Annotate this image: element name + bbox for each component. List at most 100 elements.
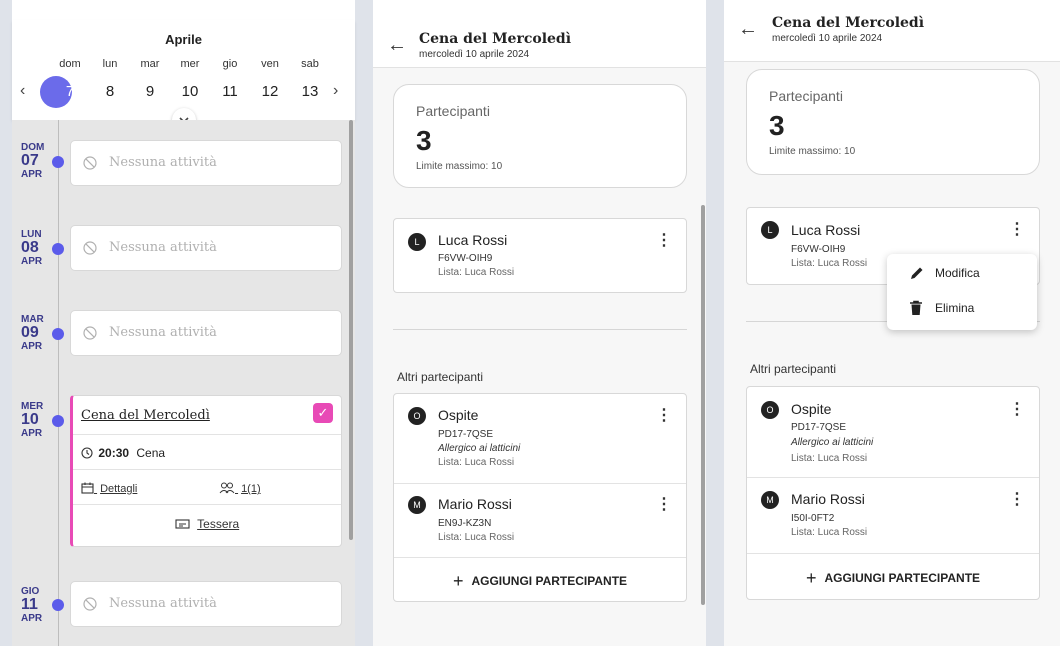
divider (394, 483, 686, 484)
weekday-name: mer (180, 58, 200, 70)
day-button[interactable]: 12 (250, 78, 290, 106)
participant-list: Lista: Luca Rossi (438, 457, 515, 468)
date-number: 11 (21, 596, 38, 613)
participant-code: EN9J-KZ3N (438, 518, 492, 529)
ban-icon (83, 597, 97, 611)
more-vert-icon[interactable]: ⋮ (1009, 492, 1025, 508)
day-button[interactable]: 10 (170, 78, 210, 106)
weekday-name: gio (222, 58, 238, 70)
participant-list: Lista: Luca Rossi (791, 453, 868, 464)
chevron-right-icon[interactable]: › (333, 82, 338, 100)
participant-code: I50I-0FT2 (791, 513, 835, 524)
event-type: Cena (136, 446, 166, 460)
check-icon[interactable]: ✓ (313, 403, 333, 423)
page-title: Cena del Mercoledì (772, 15, 925, 31)
divider (747, 477, 1039, 478)
date-month: APR (21, 256, 43, 267)
week-header: Aprile dom lun mar mer gio ven sab 7 8 9… (12, 20, 355, 132)
participant-list: Lista: Luca Rossi (791, 527, 868, 538)
more-vert-icon[interactable]: ⋮ (656, 497, 672, 513)
weekday-name: dom (59, 58, 81, 70)
panel-edge (0, 0, 12, 646)
page-subtitle: mercoledì 10 aprile 2024 (419, 49, 530, 60)
day-button[interactable]: 9 (130, 78, 170, 106)
back-arrow-icon[interactable]: ← (387, 34, 407, 57)
details-link[interactable]: Dettagli (81, 482, 137, 495)
timeline-dot (52, 328, 64, 340)
context-menu: Modifica Elimina (887, 254, 1037, 330)
more-vert-icon[interactable]: ⋮ (1009, 222, 1025, 238)
panel-edge (362, 0, 373, 646)
participant-code: PD17-7QSE (438, 429, 494, 440)
calendar-panel: Aprile dom lun mar mer gio ven sab 7 8 9… (0, 0, 362, 646)
avatar: O (408, 407, 426, 425)
avatar: M (408, 496, 426, 514)
date-number: 07 (21, 152, 39, 169)
event-card[interactable]: Cena del Mercoledì ✓ 20:30 Cena Dettagli… (70, 395, 342, 547)
scrollbar[interactable] (349, 120, 353, 540)
empty-day-card: Nessuna attività (70, 225, 342, 271)
divider (394, 557, 686, 558)
divider (747, 553, 1039, 554)
menu-item-edit[interactable]: Modifica (887, 256, 1037, 290)
more-vert-icon[interactable]: ⋮ (656, 233, 672, 249)
event-detail-panel: ← Cena del Mercoledì mercoledì 10 aprile… (373, 0, 706, 646)
agenda-list[interactable]: DOM 07 APR Nessuna attività LUN 08 APR N… (12, 120, 355, 646)
chevron-left-icon[interactable]: ‹ (20, 82, 25, 100)
avatar: M (761, 491, 779, 509)
section-title: Altri partecipanti (397, 370, 484, 384)
main-participant-card[interactable]: L Luca Rossi F6VW-OIH9 Lista: Luca Rossi… (393, 218, 687, 293)
ban-icon (83, 326, 97, 340)
event-time: 20:30 (98, 446, 130, 460)
add-participant-button[interactable]: + AGGIUNGI PARTECIPANTE (394, 571, 686, 592)
back-arrow-icon[interactable]: ← (738, 18, 758, 41)
participant-code: F6VW-OIH9 (791, 244, 846, 255)
day-button[interactable]: 13 (290, 78, 330, 106)
avatar: O (761, 401, 779, 419)
clock-icon (81, 447, 93, 459)
timeline-line (58, 120, 59, 646)
menu-item-label: Modifica (935, 266, 980, 280)
add-participant-button[interactable]: + AGGIUNGI PARTECIPANTE (747, 568, 1039, 589)
pencil-icon (911, 267, 923, 279)
weekday-name: ven (261, 58, 279, 70)
date-month: APR (21, 169, 43, 180)
date-label: DOM 07 APR (21, 142, 55, 180)
page-title: Cena del Mercoledì (419, 31, 572, 47)
day-button-selected[interactable]: 7 (50, 78, 90, 106)
details-label: Dettagli (100, 483, 138, 495)
participant-code: F6VW-OIH9 (438, 253, 493, 264)
participant-name: Ospite (791, 401, 832, 417)
top-bar: ← Cena del Mercoledì mercoledì 10 aprile… (373, 0, 706, 68)
participants-link[interactable]: 1(1) (219, 482, 261, 495)
more-vert-icon[interactable]: ⋮ (656, 408, 672, 424)
divider (73, 469, 341, 470)
participant-list: Lista: Luca Rossi (791, 258, 868, 269)
ban-icon (83, 241, 97, 255)
day-button[interactable]: 8 (90, 78, 130, 106)
weekday-name: lun (102, 58, 118, 70)
card-link[interactable]: Tessera (73, 517, 341, 531)
participant-code: PD17-7QSE (791, 422, 847, 433)
plus-icon: + (805, 568, 817, 588)
more-vert-icon[interactable]: ⋮ (1009, 402, 1025, 418)
timeline-dot (52, 243, 64, 255)
date-label: MAR 09 APR (21, 314, 55, 352)
date-label: MER 10 APR (21, 401, 55, 439)
empty-day-text: Nessuna attività (109, 596, 217, 611)
event-title[interactable]: Cena del Mercoledì (81, 408, 210, 423)
empty-day-card: Nessuna attività (70, 310, 342, 356)
day-button[interactable]: 11 (210, 78, 250, 106)
empty-day-text: Nessuna attività (109, 155, 217, 170)
date-label: GIO 11 APR (21, 586, 55, 624)
empty-day-card: Nessuna attività (70, 140, 342, 186)
empty-day-text: Nessuna attività (109, 325, 217, 340)
panel-edge (706, 0, 724, 646)
panel-edge (355, 0, 362, 646)
scrollbar[interactable] (701, 205, 705, 605)
date-month: APR (21, 428, 43, 439)
others-card: O Ospite PD17-7QSE Allergico ai latticin… (746, 386, 1040, 600)
plus-icon: + (452, 571, 464, 591)
menu-item-delete[interactable]: Elimina (887, 291, 1037, 325)
ticket-icon (175, 519, 190, 529)
